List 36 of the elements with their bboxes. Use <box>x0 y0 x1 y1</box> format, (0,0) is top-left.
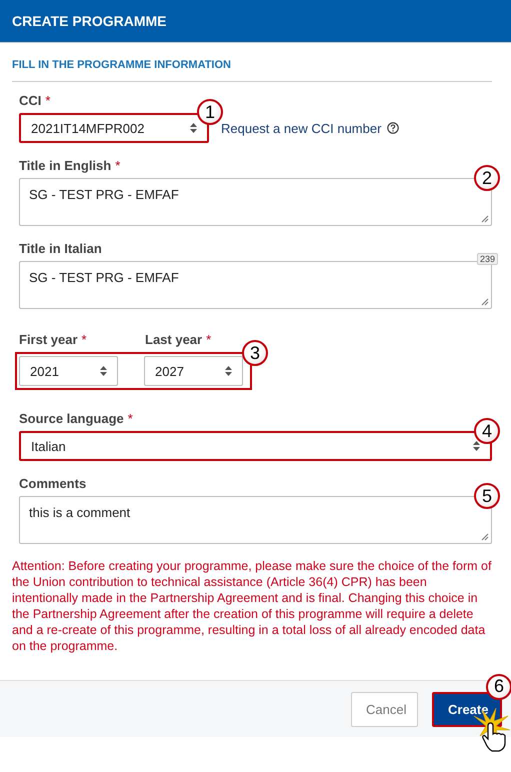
resize-grip-icon <box>481 533 489 541</box>
required-mark: * <box>128 411 133 426</box>
cci-select[interactable]: 2021IT14MFPR002 <box>19 113 209 143</box>
sort-icon <box>100 366 107 376</box>
required-mark: * <box>206 332 212 347</box>
callout-number: 6 <box>486 674 511 700</box>
required-mark: * <box>45 93 50 108</box>
sort-icon <box>473 441 480 451</box>
character-counter: 239 <box>476 253 498 265</box>
dialog-title: CREATE PROGRAMME <box>12 13 167 29</box>
resize-grip-icon <box>481 298 489 306</box>
callout-number: 4 <box>474 418 500 444</box>
field-label: Title in English <box>19 158 112 173</box>
required-mark: * <box>82 332 87 347</box>
field-label: CCI <box>19 93 42 108</box>
help-icon <box>387 122 400 134</box>
resize-grip-icon <box>481 215 489 223</box>
sort-icon <box>190 123 197 133</box>
callout-number: 5 <box>474 483 500 509</box>
cancel-button[interactable]: Cancel <box>351 692 418 726</box>
callout-number: 2 <box>474 165 500 191</box>
request-cci-link[interactable]: Request a new CCI number <box>221 120 382 136</box>
sort-icon <box>225 366 232 376</box>
field-label: Source language <box>19 411 124 426</box>
year-select[interactable]: 2021 <box>19 356 118 386</box>
field-label: Title in Italian <box>19 241 102 256</box>
text-area[interactable]: SG - TEST PRG - EMFAF <box>19 261 492 309</box>
warning-text: Attention: Before creating your programme, please make sure the choice of the form of the Union contribution to technical assistance (Article 36(4) CPR) has been intentionally made in the Partnership Agreement and is final. Changing this choice in the Partnership Agreement after the creation of this programme will require a delete and a re-create of this programme, resulting in a total loss of all already encoded data on the programme. <box>12 558 492 654</box>
field-label: Comments <box>19 476 86 491</box>
section-title: FILL IN THE PROGRAMME INFORMATION <box>12 58 232 71</box>
callout-number: 3 <box>242 340 268 366</box>
field-label: Last year <box>145 332 202 347</box>
field-label: First year <box>19 332 78 347</box>
year-select[interactable]: 2027 <box>144 356 243 386</box>
required-mark: * <box>115 158 120 173</box>
callout-number: 1 <box>197 99 223 125</box>
